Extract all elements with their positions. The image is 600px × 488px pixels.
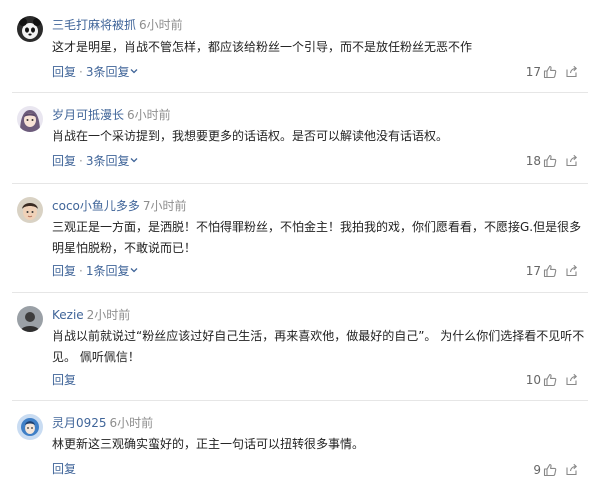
comment-author-line: Kezie 2小时前 bbox=[52, 307, 130, 323]
like-count: 17 bbox=[525, 64, 541, 79]
author-name[interactable]: coco小鱼儿多多 bbox=[52, 199, 140, 213]
author-name[interactable]: 三毛打麻将被抓 bbox=[52, 18, 136, 32]
divider bbox=[12, 92, 588, 93]
comment-actions: 回复 bbox=[52, 372, 76, 388]
like-area: 17 bbox=[526, 262, 578, 279]
author-name[interactable]: 灵月0925 bbox=[52, 416, 107, 430]
person-avatar-icon[interactable] bbox=[17, 306, 43, 332]
thumbs-up-icon[interactable] bbox=[543, 154, 557, 168]
divider bbox=[12, 292, 588, 293]
comment-author-line: 岁月可抵漫长 6小时前 bbox=[52, 107, 171, 123]
replies-count: 3条回复 bbox=[85, 65, 130, 79]
thumbs-up-icon[interactable] bbox=[543, 65, 557, 79]
author-name[interactable]: 岁月可抵漫长 bbox=[52, 108, 124, 122]
reply-button[interactable]: 回复 bbox=[52, 373, 76, 387]
reply-button[interactable]: 回复 bbox=[52, 154, 76, 168]
thumbs-up-icon[interactable] bbox=[543, 264, 557, 278]
view-replies-button[interactable]: 1条回复 bbox=[86, 264, 139, 278]
comment-text: 三观正是一方面，是洒脱！不怕得罪粉丝，不怕金主！我拍我的戏，你们愿看看，不愿接G… bbox=[52, 220, 582, 255]
comment-actions: 回复 · 1条回复 bbox=[52, 263, 138, 279]
comment-time: 6小时前 bbox=[109, 416, 154, 430]
separator: · bbox=[79, 154, 83, 168]
chevron-down-icon bbox=[131, 268, 138, 273]
comment-text: 林更新这三观确实蛮好的，正主一句话可以扭转很多事情。 bbox=[52, 437, 365, 451]
comment-time: 6小时前 bbox=[127, 108, 171, 122]
like-count: 9 bbox=[533, 462, 541, 477]
thumbs-up-icon[interactable] bbox=[543, 373, 557, 387]
comment-time: 7小时前 bbox=[142, 199, 187, 213]
share-icon[interactable] bbox=[565, 373, 578, 386]
thumbs-up-icon[interactable] bbox=[543, 463, 557, 477]
chevron-down-icon bbox=[131, 158, 138, 163]
reply-button[interactable]: 回复 bbox=[52, 65, 76, 79]
share-icon[interactable] bbox=[565, 154, 578, 167]
reply-button[interactable]: 回复 bbox=[52, 264, 76, 278]
comment-text: 肖战以前就说过“粉丝应该过好自己生活，再来喜欢他，做最好的自己”。 为什么你们选… bbox=[52, 329, 585, 364]
like-area: 17 bbox=[526, 63, 578, 80]
like-count: 17 bbox=[525, 263, 541, 278]
blue-avatar-icon[interactable] bbox=[17, 414, 43, 440]
replies-count: 3条回复 bbox=[85, 154, 130, 168]
comment-author-line: 三毛打麻将被抓 6小时前 bbox=[52, 17, 183, 33]
author-name[interactable]: Kezie bbox=[52, 308, 84, 322]
comment-actions: 回复 · 3条回复 bbox=[52, 153, 138, 169]
divider bbox=[12, 183, 588, 184]
comment-time: 6小时前 bbox=[139, 18, 183, 32]
like-area: 18 bbox=[526, 152, 578, 169]
view-replies-button[interactable]: 3条回复 bbox=[86, 154, 139, 168]
divider bbox=[12, 400, 588, 401]
panda-avatar-icon[interactable] bbox=[17, 16, 43, 42]
kid-avatar-icon[interactable] bbox=[17, 197, 43, 223]
share-icon[interactable] bbox=[565, 264, 578, 277]
like-count: 18 bbox=[525, 153, 541, 168]
comment-actions: 回复 · 3条回复 bbox=[52, 64, 138, 80]
replies-count: 1条回复 bbox=[85, 264, 130, 278]
separator: · bbox=[79, 264, 83, 278]
comment-author-line: coco小鱼儿多多 7小时前 bbox=[52, 198, 187, 214]
share-icon[interactable] bbox=[565, 65, 578, 78]
like-area: 9 bbox=[533, 461, 578, 478]
chevron-down-icon bbox=[131, 69, 138, 74]
comment-actions: 回复 bbox=[52, 461, 76, 477]
comment-text: 肖战在一个采访提到，我想要更多的话语权。是否可以解读他没有话语权。 bbox=[52, 129, 449, 143]
anime-girl-avatar-icon[interactable] bbox=[17, 106, 43, 132]
comment-text: 这才是明星，肖战不管怎样，都应该给粉丝一个引导，而不是放任粉丝无恶不作 bbox=[52, 40, 473, 54]
like-count: 10 bbox=[525, 372, 541, 387]
like-area: 10 bbox=[526, 371, 578, 388]
reply-button[interactable]: 回复 bbox=[52, 462, 76, 476]
comment-time: 2小时前 bbox=[86, 308, 131, 322]
view-replies-button[interactable]: 3条回复 bbox=[86, 65, 139, 79]
share-icon[interactable] bbox=[565, 463, 578, 476]
comment-author-line: 灵月0925 6小时前 bbox=[52, 415, 153, 431]
separator: · bbox=[79, 65, 83, 79]
